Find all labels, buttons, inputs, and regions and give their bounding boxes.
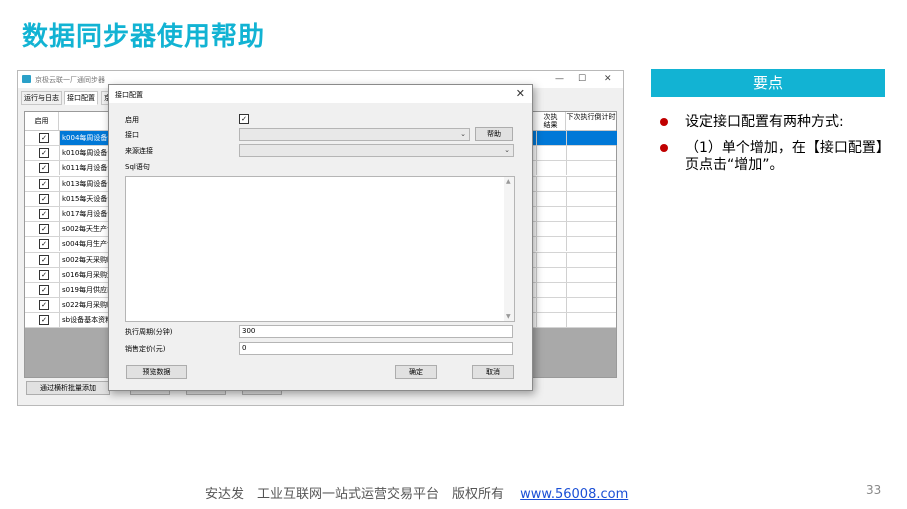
- row-enabled-checkbox[interactable]: ✓: [39, 254, 49, 265]
- row-enabled-checkbox[interactable]: ✓: [39, 239, 49, 250]
- period-label: 执行周期(分钟): [125, 328, 173, 336]
- row-enabled-checkbox[interactable]: ✓: [39, 300, 49, 311]
- batch-add-button[interactable]: 通过横析批量添加: [26, 381, 110, 395]
- minimize-icon[interactable]: —: [555, 74, 564, 84]
- window-title: 京极云联一厂通同步器: [35, 76, 105, 84]
- row-extra-cells: [536, 146, 617, 161]
- price-input[interactable]: 0: [239, 342, 513, 355]
- dialog-titlebar: 接口配置 ✕: [109, 85, 532, 103]
- row-extra-cells: [536, 191, 617, 206]
- sql-textarea[interactable]: ▲ ▼: [125, 176, 515, 322]
- source-connection-select[interactable]: ⌄: [239, 144, 514, 157]
- tab-run-log[interactable]: 运行与日志: [21, 91, 62, 105]
- tab-interface-config[interactable]: 接口配置: [64, 91, 98, 105]
- scroll-down-icon[interactable]: ▼: [506, 313, 511, 320]
- ok-button[interactable]: 确定: [395, 365, 437, 379]
- footer-link[interactable]: www.56008.com: [520, 487, 628, 502]
- chevron-down-icon: ⌄: [504, 146, 510, 154]
- maximize-icon[interactable]: ☐: [578, 74, 586, 84]
- period-input[interactable]: 300: [239, 325, 513, 338]
- source-label: 来源连接: [125, 147, 153, 155]
- row-extra-cells: [536, 222, 617, 237]
- row-extra-cells: [536, 131, 617, 145]
- price-label: 销售定价(元): [125, 345, 166, 353]
- footer-text: 安达发 工业互联网一站式运营交易平台 版权所有: [205, 487, 505, 502]
- row-extra-cells: [536, 282, 617, 297]
- row-enabled-checkbox[interactable]: ✓: [39, 208, 49, 219]
- bullet-text: 设定接口配置有两种方式:: [685, 114, 844, 130]
- bullet-dot-icon: [660, 144, 668, 152]
- interface-config-dialog: 接口配置 ✕ 启用 ✓ 接口 ⌄ 帮助 来源连接 ⌄ Sql语句 ▲ ▼ 执行周…: [108, 84, 533, 391]
- interface-label: 接口: [125, 131, 139, 139]
- footer: 安达发 工业互联网一站式运营交易平台 版权所有 www.56008.com: [205, 483, 628, 502]
- row-enabled-checkbox[interactable]: ✓: [39, 163, 49, 174]
- row-extra-cells: [536, 176, 617, 191]
- bullet-item: （1）单个增加，在【接口配置】页点击“增加”。: [660, 140, 892, 174]
- col-result: 次执 结果: [536, 112, 566, 131]
- bullet-dot-icon: [660, 118, 668, 126]
- row-extra-cells: [536, 237, 617, 252]
- row-enabled-checkbox[interactable]: ✓: [39, 284, 49, 295]
- row-enabled-checkbox[interactable]: ✓: [39, 133, 49, 143]
- col-enabled: 启用: [25, 112, 59, 130]
- slide-title: 数据同步器使用帮助: [22, 22, 266, 52]
- row-extra-cells: [536, 161, 617, 176]
- row-extra-cells: [536, 252, 617, 267]
- enable-checkbox[interactable]: ✓: [239, 114, 249, 124]
- bullet-item: 设定接口配置有两种方式:: [660, 114, 892, 131]
- row-enabled-checkbox[interactable]: ✓: [39, 315, 49, 326]
- page-number: 33: [866, 483, 882, 497]
- sql-label: Sql语句: [125, 163, 150, 171]
- row-enabled-checkbox[interactable]: ✓: [39, 148, 49, 159]
- row-extra-cells: [536, 206, 617, 221]
- bullet-text: （1）单个增加，在【接口配置】页点击“增加”。: [685, 140, 890, 173]
- preview-data-button[interactable]: 预览数据: [126, 365, 187, 379]
- key-points-list: 设定接口配置有两种方式: （1）单个增加，在【接口配置】页点击“增加”。: [660, 114, 892, 183]
- row-extra-cells: [536, 298, 617, 313]
- app-icon: [22, 75, 31, 83]
- dialog-close-icon[interactable]: ✕: [516, 87, 525, 100]
- row-extra-cells: [536, 267, 617, 282]
- dialog-title: 接口配置: [115, 91, 143, 99]
- row-enabled-checkbox[interactable]: ✓: [39, 224, 49, 235]
- chevron-down-icon: ⌄: [460, 130, 466, 138]
- help-button[interactable]: 帮助: [475, 127, 513, 141]
- col-countdown: 下次执行倒计时: [566, 113, 616, 121]
- enable-label: 启用: [125, 116, 139, 124]
- row-enabled-checkbox[interactable]: ✓: [39, 269, 49, 280]
- cancel-button[interactable]: 取消: [472, 365, 514, 379]
- row-enabled-checkbox[interactable]: ✓: [39, 178, 49, 189]
- interface-select[interactable]: ⌄: [239, 128, 470, 141]
- key-points-header: 要点: [651, 69, 885, 97]
- scroll-up-icon[interactable]: ▲: [506, 178, 511, 185]
- row-extra-cells: [536, 313, 617, 328]
- close-icon[interactable]: ✕: [604, 74, 612, 84]
- sql-scrollbar[interactable]: ▲ ▼: [504, 177, 514, 321]
- row-enabled-checkbox[interactable]: ✓: [39, 193, 49, 204]
